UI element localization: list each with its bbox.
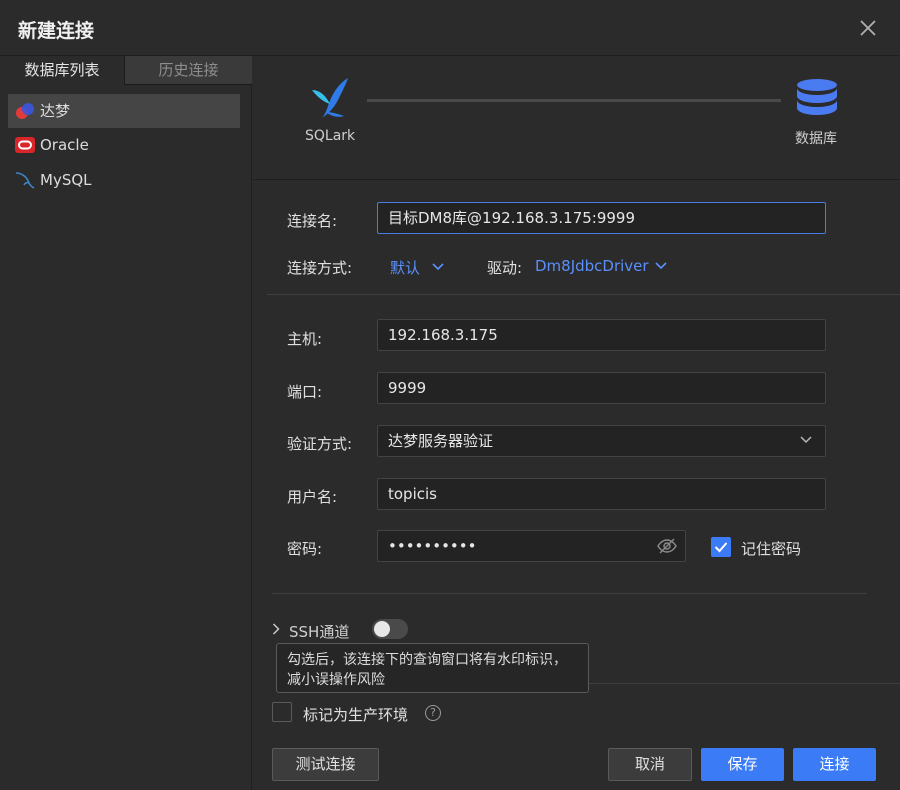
- auth-select[interactable]: 达梦服务器验证: [377, 425, 826, 457]
- tab-history[interactable]: 历史连接: [125, 56, 252, 85]
- dialog-title: 新建连接: [18, 20, 95, 42]
- production-env-label: 标记为生产环境: [303, 706, 409, 724]
- sqlark-logo-icon: [312, 78, 348, 118]
- eye-off-icon[interactable]: [657, 538, 677, 554]
- connection-banner: SQLark 数据库: [253, 56, 900, 180]
- production-tooltip: 勾选后，该连接下的查询窗口将有水印标识，减小误操作风险: [276, 643, 589, 693]
- chevron-down-icon[interactable]: [800, 436, 812, 444]
- test-connection-button[interactable]: 测试连接: [272, 748, 379, 781]
- chevron-right-icon[interactable]: [272, 623, 280, 635]
- target-label: 数据库: [795, 131, 837, 147]
- sidebar-item-oracle[interactable]: Oracle: [8, 128, 240, 162]
- database-icon: [797, 79, 837, 115]
- database-sidebar: 数据库列表 历史连接 达梦 Oracle MySQL: [0, 56, 252, 790]
- mysql-dolphin-icon: [15, 172, 35, 189]
- divider: [267, 294, 900, 295]
- connection-name-label: 连接名:: [287, 212, 338, 230]
- close-icon[interactable]: [856, 16, 880, 40]
- sidebar-item-label: Oracle: [40, 136, 89, 154]
- host-label: 主机:: [287, 330, 323, 348]
- username-input[interactable]: topicis: [377, 478, 826, 510]
- tab-database-list[interactable]: 数据库列表: [0, 56, 125, 85]
- help-icon[interactable]: ?: [425, 705, 441, 721]
- driver-label: 驱动:: [487, 259, 523, 277]
- sidebar-item-label: 达梦: [40, 102, 71, 120]
- oracle-logo-icon: [15, 137, 35, 153]
- toggle-knob: [374, 621, 390, 637]
- auth-label: 验证方式:: [287, 435, 353, 453]
- save-button[interactable]: 保存: [701, 748, 784, 781]
- username-label: 用户名:: [287, 488, 338, 506]
- ssh-tunnel-toggle[interactable]: [372, 619, 408, 639]
- sidebar-item-dameng[interactable]: 达梦: [8, 94, 240, 128]
- production-env-checkbox[interactable]: [272, 702, 292, 722]
- port-label: 端口:: [287, 383, 323, 401]
- divider: [272, 593, 867, 594]
- driver-dropdown[interactable]: Dm8JdbcDriver: [535, 257, 649, 275]
- sidebar-item-mysql[interactable]: MySQL: [8, 163, 240, 197]
- connection-mode-label: 连接方式:: [287, 259, 353, 277]
- dameng-logo-icon: [16, 103, 34, 119]
- divider: [589, 683, 900, 684]
- password-label: 密码:: [287, 540, 323, 558]
- port-input[interactable]: 9999: [377, 372, 826, 404]
- password-input[interactable]: ••••••••••: [377, 530, 686, 562]
- ssh-tunnel-label[interactable]: SSH通道: [289, 621, 349, 642]
- sidebar-tabs: 数据库列表 历史连接: [0, 56, 252, 85]
- title-bar: 新建连接: [0, 0, 900, 56]
- chevron-down-icon[interactable]: [432, 263, 444, 271]
- progress-line: [367, 99, 781, 102]
- connection-mode-dropdown[interactable]: 默认: [390, 257, 420, 278]
- remember-password-label: 记住密码: [741, 540, 802, 558]
- chevron-down-icon[interactable]: [655, 262, 667, 270]
- source-label: SQLark: [305, 128, 356, 144]
- connection-name-input[interactable]: 目标DM8库@192.168.3.175:9999: [377, 202, 826, 234]
- remember-password-checkbox[interactable]: [711, 537, 731, 557]
- host-input[interactable]: 192.168.3.175: [377, 319, 826, 351]
- connect-button[interactable]: 连接: [793, 748, 876, 781]
- cancel-button[interactable]: 取消: [608, 748, 692, 781]
- sidebar-item-label: MySQL: [40, 171, 92, 189]
